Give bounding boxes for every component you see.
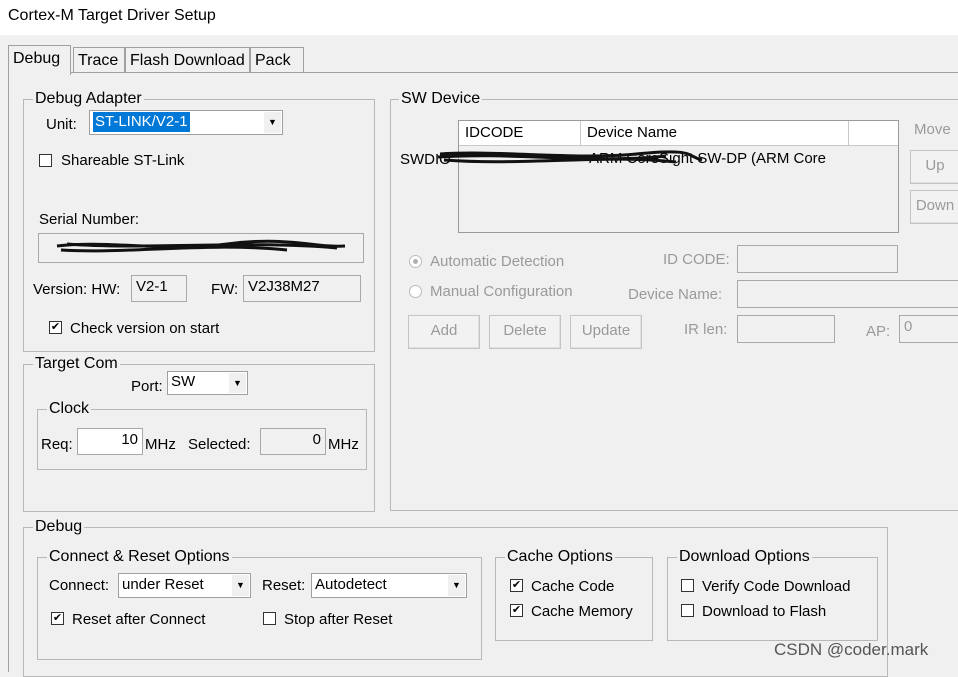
- connect-reset-legend: Connect & Reset Options: [47, 548, 232, 566]
- connect-label: Connect:: [49, 577, 110, 594]
- column-device-name[interactable]: Device Name: [581, 121, 849, 146]
- verify-code-download-label: Verify Code Download: [702, 578, 851, 595]
- unit-value: ST-LINK/V2-1: [93, 112, 190, 132]
- debug-adapter-legend: Debug Adapter: [33, 90, 144, 108]
- cache-options-group: Cache Options: [495, 548, 653, 641]
- tab-flash-download[interactable]: Flash Download: [125, 47, 250, 73]
- selected-label: Selected:: [188, 436, 251, 453]
- clock-legend: Clock: [47, 400, 92, 418]
- add-button[interactable]: Add: [408, 315, 480, 349]
- version-hw-label: Version: HW:: [33, 281, 121, 298]
- hw-version-field: V2-1: [131, 275, 187, 302]
- reset-value: Autodetect: [315, 576, 387, 593]
- id-code-label: ID CODE:: [663, 251, 730, 268]
- redaction-scribble: [437, 150, 703, 164]
- check-version-label: Check version on start: [70, 320, 220, 337]
- ap-field: 0: [899, 315, 958, 343]
- automatic-detection-label: Automatic Detection: [430, 253, 565, 270]
- manual-configuration-label: Manual Configuration: [430, 283, 573, 300]
- chevron-down-icon[interactable]: ▼: [448, 575, 465, 596]
- update-button[interactable]: Update: [570, 315, 642, 349]
- reset-label: Reset:: [262, 577, 306, 594]
- device-name-label: Device Name:: [628, 286, 723, 303]
- selected-unit-label: MHz: [328, 436, 359, 453]
- column-spacer: [849, 121, 898, 146]
- shareable-checkbox[interactable]: [39, 154, 52, 167]
- tab-pack[interactable]: Pack: [250, 47, 304, 73]
- cache-code-checkbox[interactable]: ✔: [510, 579, 523, 592]
- sw-device-list[interactable]: IDCODE Device Name ARM CoreSight SW-DP (…: [458, 120, 899, 233]
- connect-select[interactable]: under Reset ▼: [118, 573, 251, 598]
- reset-after-connect-label: Reset after Connect: [72, 611, 206, 628]
- cache-code-label: Cache Code: [531, 578, 615, 595]
- port-label: Port:: [131, 378, 163, 395]
- fw-version-field: V2J38M27: [243, 275, 361, 302]
- window-title: Cortex-M Target Driver Setup: [0, 0, 958, 35]
- automatic-detection-radio[interactable]: [409, 255, 422, 268]
- req-unit-label: MHz: [145, 436, 176, 453]
- download-to-flash-checkbox[interactable]: [681, 604, 694, 617]
- unit-label: Unit:: [46, 116, 77, 133]
- download-to-flash-label: Download to Flash: [702, 603, 827, 620]
- cache-options-legend: Cache Options: [505, 548, 615, 566]
- serial-number-field: [38, 233, 364, 263]
- connect-value: under Reset: [122, 576, 204, 593]
- reset-after-connect-checkbox[interactable]: ✔: [51, 612, 64, 625]
- cache-memory-checkbox[interactable]: ✔: [510, 604, 523, 617]
- watermark: CSDN @coder.mark: [774, 640, 929, 659]
- reset-select[interactable]: Autodetect ▼: [311, 573, 467, 598]
- chevron-down-icon[interactable]: ▼: [264, 112, 281, 133]
- tab-trace[interactable]: Trace: [73, 47, 125, 73]
- stop-after-reset-label: Stop after Reset: [284, 611, 393, 628]
- move-label: Move: [914, 121, 951, 138]
- up-button[interactable]: Up: [910, 150, 958, 184]
- down-button[interactable]: Down: [910, 190, 958, 224]
- cache-memory-label: Cache Memory: [531, 603, 633, 620]
- chevron-down-icon[interactable]: ▼: [232, 575, 249, 596]
- serial-number-label: Serial Number:: [39, 211, 140, 228]
- req-input[interactable]: 10: [77, 428, 143, 455]
- download-options-group: Download Options: [667, 548, 878, 641]
- fw-label: FW:: [211, 281, 239, 298]
- device-name-field: [737, 280, 958, 308]
- id-code-field: [737, 245, 898, 273]
- manual-configuration-radio[interactable]: [409, 285, 422, 298]
- tab-debug[interactable]: Debug: [8, 45, 71, 75]
- verify-code-download-checkbox[interactable]: [681, 579, 694, 592]
- port-select[interactable]: SW ▼: [167, 371, 248, 395]
- chevron-down-icon[interactable]: ▼: [229, 373, 246, 393]
- sw-device-legend: SW Device: [399, 90, 483, 108]
- selected-field: 0: [260, 428, 326, 455]
- column-idcode[interactable]: IDCODE: [459, 121, 581, 146]
- debug-legend: Debug: [33, 518, 85, 536]
- ir-len-field: [737, 315, 835, 343]
- shareable-label: Shareable ST-Link: [61, 152, 185, 169]
- delete-button[interactable]: Delete: [489, 315, 561, 349]
- ir-len-label: IR len:: [684, 321, 728, 338]
- req-label: Req:: [41, 436, 73, 453]
- stop-after-reset-checkbox[interactable]: [263, 612, 276, 625]
- download-options-legend: Download Options: [677, 548, 812, 566]
- target-com-legend: Target Com: [33, 355, 120, 373]
- check-version-checkbox[interactable]: ✔: [49, 321, 62, 334]
- unit-select[interactable]: ST-LINK/V2-1 ▼: [89, 110, 283, 135]
- port-value: SW: [171, 373, 196, 390]
- ap-label: AP:: [866, 323, 891, 340]
- redaction-scribble: [56, 239, 346, 253]
